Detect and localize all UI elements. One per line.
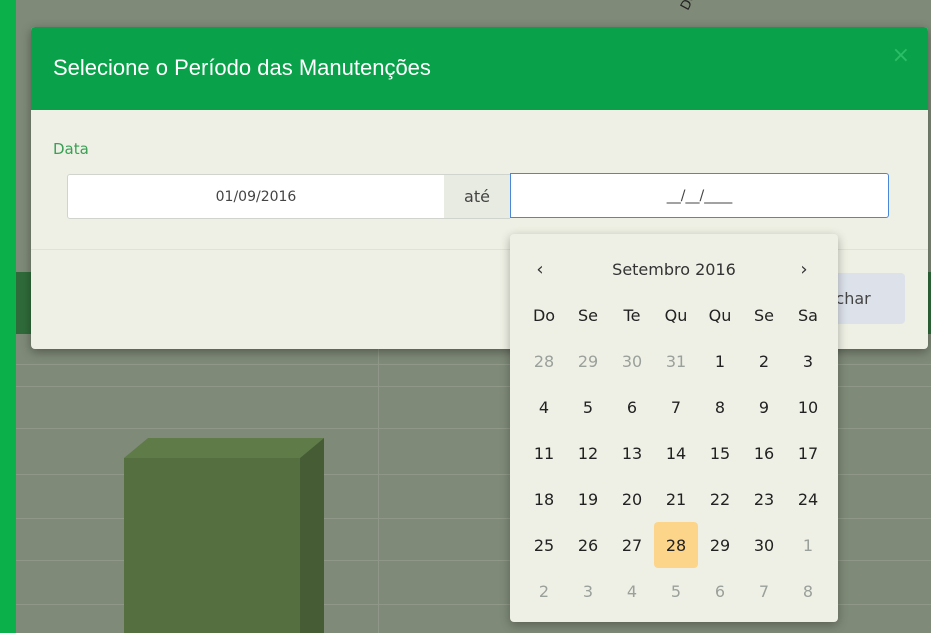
calendar-day[interactable]: 4 <box>522 384 566 430</box>
calendar-day[interactable]: 9 <box>742 384 786 430</box>
weekday-header: Do <box>532 305 556 325</box>
calendar-day[interactable]: 30 <box>610 338 654 384</box>
calendar-day[interactable]: 26 <box>566 522 610 568</box>
calendar-day[interactable]: 13 <box>610 430 654 476</box>
datepicker: ‹ Setembro 2016 › Do Se Te Qu Qu Se Sa 28 29 30 31… <box>510 234 838 622</box>
calendar-day[interactable]: 14 <box>654 430 698 476</box>
prev-month-icon[interactable]: ‹ <box>520 252 560 286</box>
range-separator: até <box>444 174 510 219</box>
next-month-icon[interactable]: › <box>784 252 824 286</box>
calendar-day[interactable]: 29 <box>698 522 742 568</box>
date-range-group: 01/09/2016 até __/__/____ <box>67 173 889 219</box>
weekday-header: Qu <box>664 305 688 325</box>
calendar-day[interactable]: 19 <box>566 476 610 522</box>
close-icon[interactable]: × <box>892 43 910 68</box>
weekday-header: Te <box>623 305 641 325</box>
month-title[interactable]: Setembro 2016 <box>570 252 778 286</box>
weekday-header: Sa <box>798 305 818 325</box>
calendar-day[interactable]: 3 <box>786 338 830 384</box>
calendar-day[interactable]: 5 <box>566 384 610 430</box>
calendar-day[interactable]: 15 <box>698 430 742 476</box>
weekday-header: Se <box>578 305 598 325</box>
calendar-day[interactable]: 7 <box>742 568 786 614</box>
calendar-day[interactable]: 3 <box>566 568 610 614</box>
grid-line <box>378 334 379 633</box>
calendar-day[interactable]: 1 <box>786 522 830 568</box>
modal-header: Selecione o Período das Manutenções × <box>31 27 928 110</box>
datepicker-header: ‹ Setembro 2016 › <box>510 252 838 286</box>
calendar-day[interactable]: 17 <box>786 430 830 476</box>
calendar-day[interactable]: 24 <box>786 476 830 522</box>
calendar-day[interactable]: 8 <box>698 384 742 430</box>
end-date-input[interactable]: __/__/____ <box>510 173 889 218</box>
calendar-day[interactable]: 12 <box>566 430 610 476</box>
calendar-grid: Do Se Te Qu Qu Se Sa 28 29 30 31 1 2 3 4 5 6 7 8 9 10 11 12 13 1… <box>522 292 830 614</box>
calendar-day[interactable]: 31 <box>654 338 698 384</box>
chart-bar-top <box>124 438 324 458</box>
calendar-day[interactable]: 6 <box>610 384 654 430</box>
calendar-day[interactable]: 7 <box>654 384 698 430</box>
chart-bar-side <box>300 438 324 633</box>
calendar-day[interactable]: 1 <box>698 338 742 384</box>
calendar-day[interactable]: 2 <box>742 338 786 384</box>
date-label: Data <box>53 140 89 158</box>
calendar-day[interactable]: 10 <box>786 384 830 430</box>
calendar-day[interactable]: 25 <box>522 522 566 568</box>
weekday-header: Qu <box>708 305 732 325</box>
calendar-day[interactable]: 16 <box>742 430 786 476</box>
calendar-day[interactable]: 4 <box>610 568 654 614</box>
calendar-day[interactable]: 28 <box>522 338 566 384</box>
calendar-day[interactable]: 27 <box>610 522 654 568</box>
calendar-day[interactable]: 21 <box>654 476 698 522</box>
calendar-day[interactable]: 20 <box>610 476 654 522</box>
datepicker-caret <box>519 226 535 234</box>
start-date-input[interactable]: 01/09/2016 <box>67 174 445 219</box>
calendar-day[interactable]: 22 <box>698 476 742 522</box>
calendar-day[interactable]: 2 <box>522 568 566 614</box>
chart-bar <box>124 458 300 633</box>
calendar-day[interactable]: 29 <box>566 338 610 384</box>
calendar-day[interactable]: 18 <box>522 476 566 522</box>
calendar-day[interactable]: 11 <box>522 430 566 476</box>
calendar-day[interactable]: 23 <box>742 476 786 522</box>
weekday-header: Se <box>754 305 774 325</box>
calendar-day[interactable]: 30 <box>742 522 786 568</box>
calendar-day[interactable]: 5 <box>654 568 698 614</box>
axis-label: DC <box>678 0 701 14</box>
calendar-day[interactable]: 8 <box>786 568 830 614</box>
modal-title: Selecione o Período das Manutenções <box>53 55 431 80</box>
calendar-day-today[interactable]: 28 <box>654 522 698 568</box>
calendar-day[interactable]: 6 <box>698 568 742 614</box>
